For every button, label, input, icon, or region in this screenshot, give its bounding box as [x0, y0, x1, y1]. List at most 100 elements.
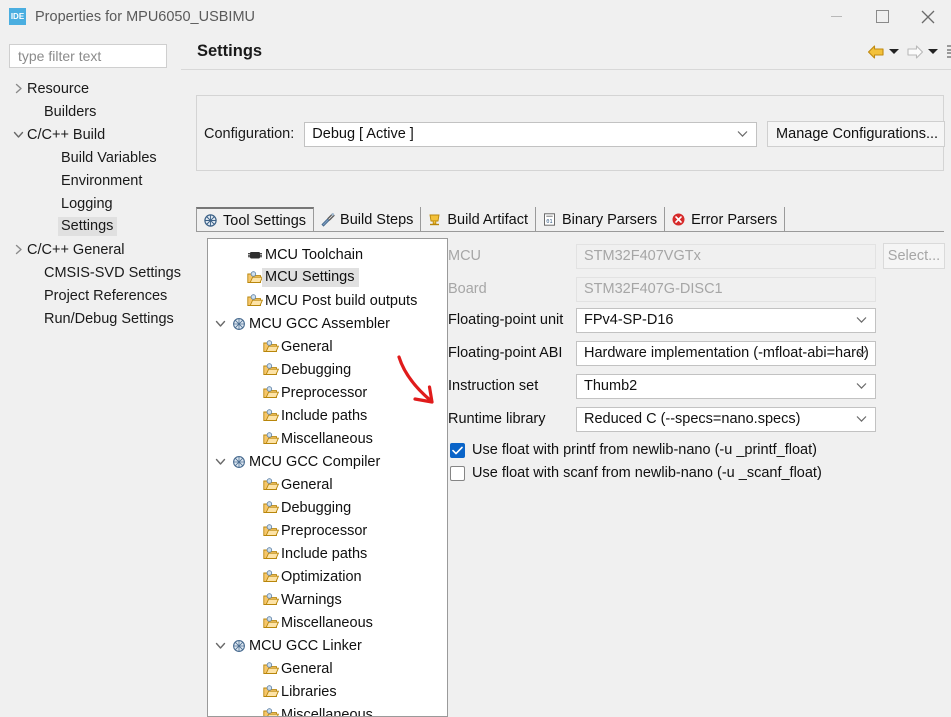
tool-tree-twisty[interactable]: [212, 318, 229, 329]
sidebar-item-c-c-general[interactable]: C/C++ General: [0, 238, 181, 261]
sidebar-item-cmsis-svd-settings[interactable]: CMSIS-SVD Settings: [0, 261, 181, 284]
forward-dropdown-icon[interactable]: [928, 49, 938, 54]
tool-tree-item-mcu-toolchain[interactable]: MCU Toolchain: [208, 243, 447, 266]
tab-binary-parsers[interactable]: 01 Binary Parsers: [536, 207, 666, 232]
wheel-icon: [229, 317, 249, 331]
view-menu-icon[interactable]: [947, 45, 951, 58]
tool-tree-item-mcu-settings[interactable]: MCU Settings: [208, 266, 447, 289]
sidebar-item-c-c-build[interactable]: C/C++ Build: [0, 123, 181, 146]
printf-float-checkbox[interactable]: [450, 442, 465, 458]
tab-tool-settings[interactable]: Tool Settings: [196, 207, 315, 232]
tool-tree-item-libraries[interactable]: Libraries: [208, 680, 447, 703]
tool-tree-item-miscellaneous[interactable]: Miscellaneous: [208, 611, 447, 634]
tool-tree-item-preprocessor[interactable]: Preprocessor: [208, 519, 447, 542]
close-button[interactable]: [905, 0, 951, 33]
tab-label: Error Parsers: [691, 211, 778, 228]
folder-settings-icon: [263, 661, 279, 674]
sidebar-item-project-references[interactable]: Project References: [0, 284, 181, 307]
form-row-board: Board STM32F407G-DISC1: [448, 276, 876, 302]
tool-tree-item-mcu-gcc-linker[interactable]: MCU GCC Linker: [208, 634, 447, 657]
tool-tree-twisty[interactable]: [212, 456, 229, 467]
field-runtime-library[interactable]: Reduced C (--specs=nano.specs): [576, 406, 876, 432]
tool-tree-item-general[interactable]: General: [208, 657, 447, 680]
configuration-group: Configuration: Debug [ Active ] Manage C…: [196, 95, 945, 172]
label-mcu: MCU: [448, 248, 482, 264]
checkbox-row-printf-float[interactable]: Use float with printf from newlib-nano (…: [450, 439, 817, 461]
maximize-button[interactable]: [859, 0, 905, 33]
folder-icon: [261, 523, 281, 538]
configuration-combo[interactable]: Debug [ Active ]: [304, 121, 758, 147]
sidebar-item-resource[interactable]: Resource: [0, 77, 181, 100]
back-dropdown-icon[interactable]: [889, 49, 899, 54]
tool-tree-item-preprocessor[interactable]: Preprocessor: [208, 381, 447, 404]
sidebar-item-settings[interactable]: Settings: [0, 215, 181, 238]
tool-tree-label: General: [281, 660, 333, 677]
sidebar-item-logging[interactable]: Logging: [0, 192, 181, 215]
tool-tree-item-include-paths[interactable]: Include paths: [208, 542, 447, 565]
tool-tree-label: MCU Settings: [262, 268, 360, 287]
tool-tree-item-debugging[interactable]: Debugging: [208, 496, 447, 519]
back-button[interactable]: [867, 44, 885, 60]
folder-icon: [261, 569, 281, 584]
configuration-label: Configuration:: [204, 126, 295, 142]
chevron-down-icon: [13, 131, 23, 138]
select-mcu-button[interactable]: Select...: [883, 243, 945, 269]
folder-icon: [261, 684, 281, 699]
tool-tree-item-include-paths[interactable]: Include paths: [208, 404, 447, 427]
filter-placeholder: type filter text: [18, 48, 102, 64]
tree-twisty: [26, 284, 44, 307]
field-floating-point-unit[interactable]: FPv4-SP-D16: [576, 307, 876, 333]
sidebar-item-label: Run/Debug Settings: [44, 310, 174, 327]
folder-settings-icon: [263, 707, 279, 716]
tool-tree-item-mcu-gcc-assembler[interactable]: MCU GCC Assembler: [208, 312, 447, 335]
tool-tree-item-mcu-post-build-outputs[interactable]: MCU Post build outputs: [208, 289, 447, 312]
field-floating-point-abi[interactable]: Hardware implementation (-mfloat-abi=har…: [576, 340, 876, 366]
filter-input[interactable]: type filter text: [9, 44, 167, 68]
tool-tree-label: Libraries: [281, 683, 337, 700]
settings-navigation-panel: type filter text Resource Builders C/C++ B…: [0, 33, 181, 717]
back-arrow-icon: [867, 44, 884, 59]
minimize-button[interactable]: [813, 0, 859, 33]
folder-icon: [261, 477, 281, 492]
tool-tree-item-warnings[interactable]: Warnings: [208, 588, 447, 611]
tool-settings-icon: [204, 214, 217, 227]
tool-tree-item-general[interactable]: General: [208, 473, 447, 496]
sidebar-item-builders[interactable]: Builders: [0, 100, 181, 123]
field-value-runtime-library: Reduced C (--specs=nano.specs): [584, 411, 801, 427]
tool-tree-item-general[interactable]: General: [208, 335, 447, 358]
tool-tree-item-optimization[interactable]: Optimization: [208, 565, 447, 588]
tab-build-artifact[interactable]: Build Artifact: [421, 207, 536, 232]
checkbox-label: Use float with printf from newlib-nano (…: [472, 442, 817, 458]
tree-twisty: [26, 307, 44, 330]
form-row-floating-point-abi: Floating-point ABI Hardware implementatio…: [448, 340, 876, 366]
tool-tree-item-miscellaneous[interactable]: Miscellaneous: [208, 427, 447, 450]
folder-settings-icon: [263, 569, 279, 582]
sidebar-item-label: C/C++ Build: [27, 126, 106, 143]
sidebar-item-run-debug-settings[interactable]: Run/Debug Settings: [0, 307, 181, 330]
folder-settings-icon: [263, 477, 279, 490]
sidebar-item-build-variables[interactable]: Build Variables: [0, 146, 181, 169]
tool-tree-item-miscellaneous[interactable]: Miscellaneous: [208, 703, 447, 716]
tree-twisty[interactable]: [9, 238, 27, 261]
manage-configurations-button[interactable]: Manage Configurations...: [767, 121, 945, 147]
tab-build-steps[interactable]: Build Steps: [314, 207, 422, 232]
tool-tree-item-mcu-gcc-compiler[interactable]: MCU GCC Compiler: [208, 450, 447, 473]
tool-tree-label: Preprocessor: [281, 522, 368, 539]
pane-toolbar: [867, 33, 951, 70]
sidebar-item-label: Builders: [44, 103, 97, 120]
tree-twisty[interactable]: [9, 123, 27, 146]
configuration-row: Configuration: Debug [ Active ] Manage C…: [197, 96, 945, 172]
tab-error-parsers[interactable]: Error Parsers: [665, 207, 786, 232]
tree-twisty[interactable]: [9, 77, 27, 100]
sidebar-item-environment[interactable]: Environment: [0, 169, 181, 192]
binary-parsers-icon: 01: [542, 212, 557, 227]
folder-settings-icon: [263, 592, 279, 605]
forward-button[interactable]: [906, 44, 924, 60]
tool-tree-item-debugging[interactable]: Debugging: [208, 358, 447, 381]
scanf-float-checkbox[interactable]: [450, 465, 465, 481]
tool-tree-twisty[interactable]: [212, 640, 229, 651]
field-instruction-set[interactable]: Thumb2: [576, 373, 876, 399]
checkbox-row-scanf-float[interactable]: Use float with scanf from newlib-nano (-…: [450, 462, 822, 484]
tool-tree-label: MCU Post build outputs: [265, 292, 418, 309]
folder-icon: [261, 661, 281, 676]
